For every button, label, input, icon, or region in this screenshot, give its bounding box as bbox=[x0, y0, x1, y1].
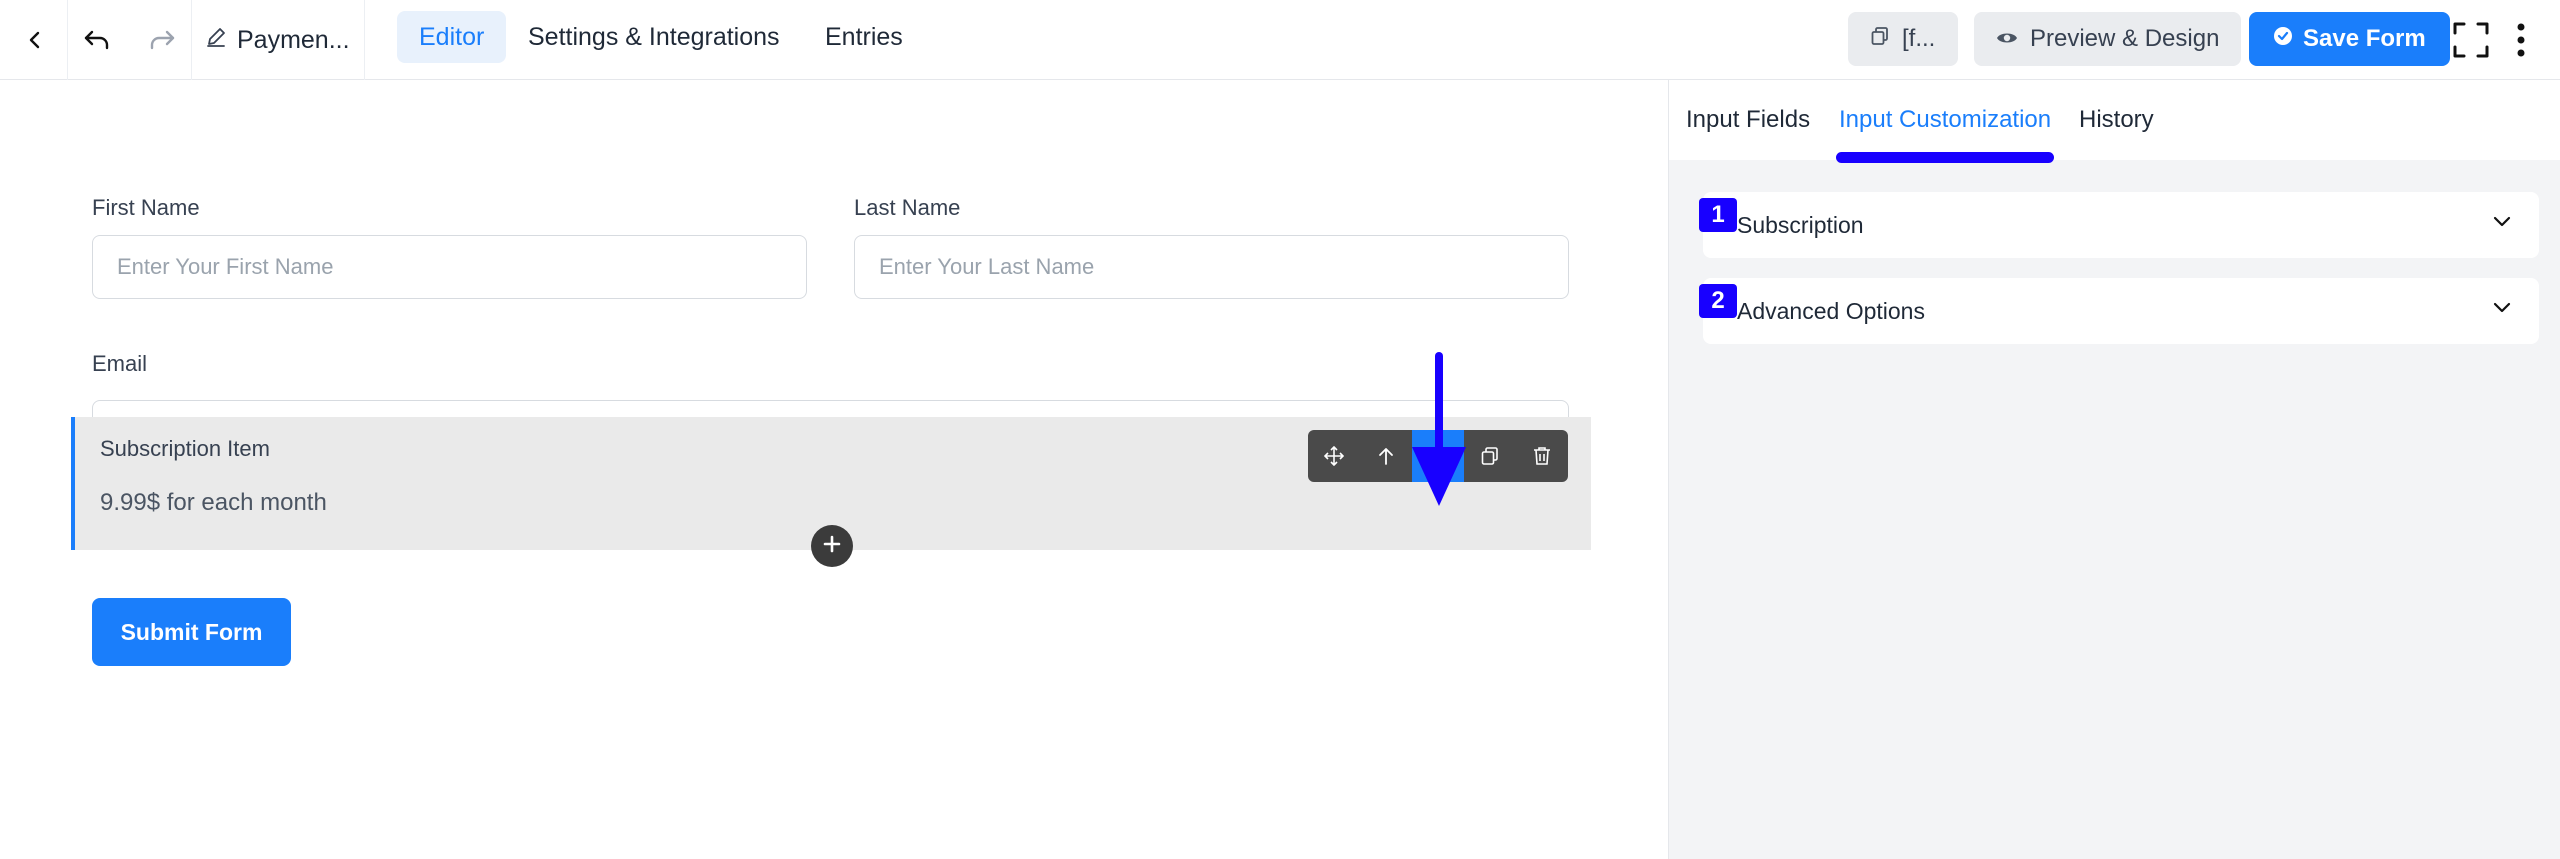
chevron-down-icon bbox=[2491, 296, 2513, 323]
save-form-label: Save Form bbox=[2303, 25, 2426, 52]
check-circle-icon bbox=[2273, 25, 2293, 53]
shortcode-text: [f... bbox=[1902, 25, 1936, 52]
form-title-text: Paymen... bbox=[237, 25, 350, 54]
accordion-advanced-options[interactable]: 2 Advanced Options bbox=[1699, 278, 2539, 344]
last-name-label: Last Name bbox=[854, 195, 961, 220]
active-tab-indicator bbox=[1836, 152, 2054, 163]
submit-form-button[interactable]: Submit Form bbox=[92, 598, 291, 666]
more-options-icon[interactable] bbox=[2506, 0, 2536, 80]
tab-editor[interactable]: Editor bbox=[397, 11, 507, 63]
divider bbox=[67, 0, 68, 80]
step-badge: 2 bbox=[1699, 284, 1737, 318]
save-form-button[interactable]: Save Form bbox=[2249, 12, 2450, 66]
divider bbox=[364, 0, 365, 80]
settings-panel: Input Fields Input Customization History… bbox=[1668, 80, 2560, 859]
tab-history[interactable]: History bbox=[2079, 106, 2154, 134]
accordion-subscription[interactable]: 1 Subscription bbox=[1699, 192, 2539, 258]
copy-icon bbox=[1870, 25, 1890, 53]
shortcode-button[interactable]: [f... bbox=[1848, 12, 1958, 66]
redo-icon[interactable] bbox=[141, 0, 183, 80]
preview-design-button[interactable]: Preview & Design bbox=[1974, 12, 2242, 66]
panel-tabs: Input Fields Input Customization History bbox=[1669, 80, 2560, 163]
chevron-down-icon bbox=[2491, 210, 2513, 237]
accordion-subscription-title: Subscription bbox=[1737, 211, 1864, 238]
undo-icon[interactable] bbox=[76, 0, 118, 80]
fullscreen-icon[interactable] bbox=[2450, 0, 2492, 80]
email-label: Email bbox=[92, 351, 148, 376]
tab-entries[interactable]: Entries bbox=[803, 11, 925, 63]
move-icon[interactable] bbox=[1308, 430, 1360, 482]
tab-settings-integrations[interactable]: Settings & Integrations bbox=[506, 11, 802, 63]
annotation-arrow-icon bbox=[1412, 352, 1466, 506]
last-name-field[interactable] bbox=[854, 235, 1569, 299]
add-field-button[interactable] bbox=[811, 525, 853, 567]
subscription-item-label: Subscription Item bbox=[100, 436, 270, 461]
plus-icon bbox=[822, 534, 842, 559]
first-name-field[interactable] bbox=[92, 235, 807, 299]
subscription-item-value: 9.99$ for each month bbox=[100, 489, 327, 516]
tab-input-fields[interactable]: Input Fields bbox=[1686, 106, 1810, 134]
edit-title-icon bbox=[205, 26, 227, 55]
divider bbox=[191, 0, 192, 80]
form-title[interactable]: Paymen... bbox=[205, 0, 350, 80]
arrow-up-icon[interactable] bbox=[1360, 430, 1412, 482]
trash-icon[interactable] bbox=[1516, 430, 1568, 482]
eye-icon bbox=[1996, 25, 2018, 53]
preview-design-label: Preview & Design bbox=[2030, 25, 2220, 52]
step-badge: 1 bbox=[1699, 198, 1737, 232]
duplicate-icon[interactable] bbox=[1464, 430, 1516, 482]
top-bar: Paymen... Editor Settings & Integrations… bbox=[0, 0, 2560, 80]
back-icon[interactable] bbox=[14, 0, 56, 80]
first-name-label: First Name bbox=[92, 195, 200, 220]
tab-input-customization[interactable]: Input Customization bbox=[1839, 106, 2051, 134]
accordion-advanced-options-title: Advanced Options bbox=[1737, 297, 1925, 324]
